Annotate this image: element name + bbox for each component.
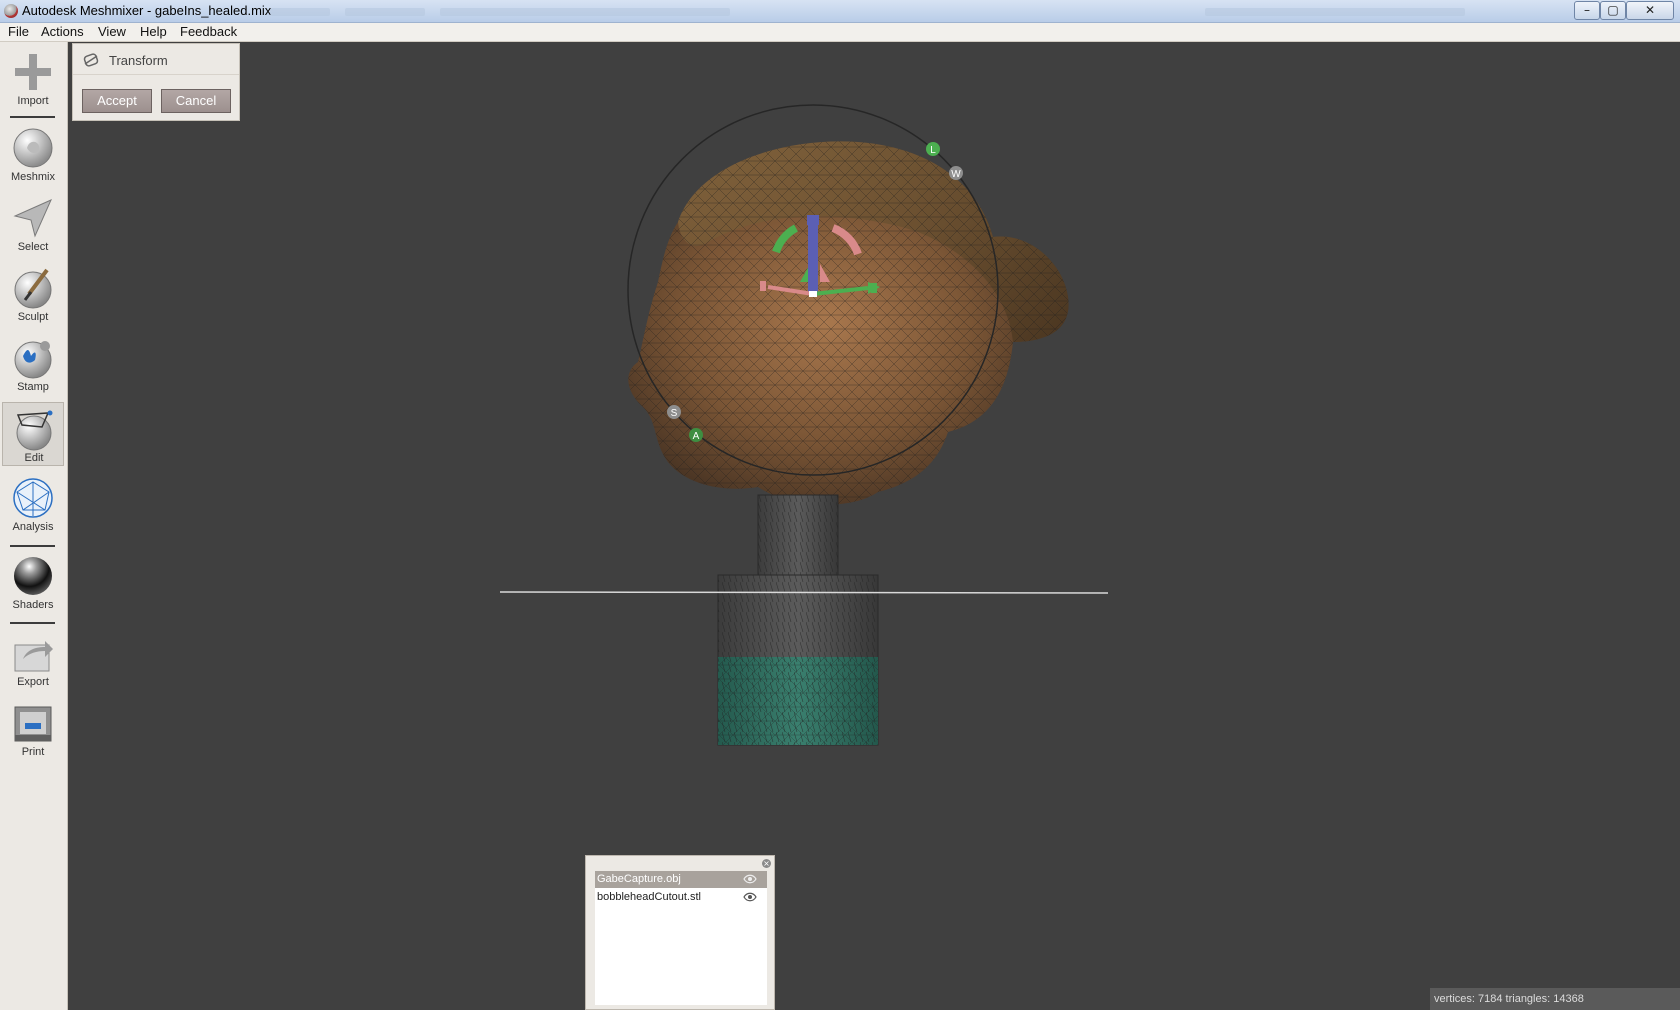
- maximize-button[interactable]: ▢: [1600, 1, 1626, 20]
- shaders-label: Shaders: [12, 599, 54, 611]
- transform-panel-header: Transform: [73, 44, 239, 75]
- select-tool[interactable]: Select: [2, 192, 64, 256]
- print-label: Print: [21, 746, 45, 758]
- edit-tool[interactable]: Edit: [2, 402, 64, 466]
- transform-title: Transform: [109, 53, 168, 68]
- visibility-eye-icon[interactable]: [743, 892, 757, 902]
- menu-view[interactable]: View: [98, 24, 126, 39]
- cancel-button[interactable]: Cancel: [161, 89, 231, 113]
- accept-button[interactable]: Accept: [82, 89, 152, 113]
- mesh-stats-status: vertices: 7184 triangles: 14368: [1430, 988, 1680, 1010]
- import-plus-icon: [15, 54, 51, 90]
- gizmo-handle-l[interactable]: L: [926, 142, 940, 156]
- shaders-sphere-icon: [14, 557, 52, 595]
- sculpt-label: Sculpt: [17, 311, 49, 323]
- analysis-wireframe-icon: [13, 478, 53, 518]
- title-bar: Autodesk Meshmixer - gabeIns_healed.mix …: [0, 0, 1680, 23]
- svg-text:W: W: [951, 169, 961, 180]
- sculpt-tool[interactable]: Sculpt: [2, 262, 64, 326]
- object-row-gabecapture[interactable]: GabeCapture.obj: [595, 871, 767, 888]
- gizmo-handle-a[interactable]: A: [689, 428, 703, 442]
- edit-label: Edit: [24, 452, 44, 464]
- sidebar-divider: [10, 545, 55, 547]
- gizmo-handle-w[interactable]: W: [949, 166, 963, 180]
- stamp-label: Stamp: [17, 381, 49, 393]
- window-title: Autodesk Meshmixer - gabeIns_healed.mix: [22, 3, 272, 18]
- edit-sphere-icon: [16, 410, 53, 451]
- sidebar-divider: [10, 116, 55, 118]
- object-name: bobbleheadCutout.stl: [597, 891, 701, 903]
- menu-actions[interactable]: Actions: [41, 24, 84, 39]
- menu-feedback[interactable]: Feedback: [180, 24, 237, 39]
- svg-text:L: L: [930, 145, 936, 156]
- meshmix-tool[interactable]: Meshmix: [2, 122, 64, 186]
- import-tool[interactable]: Import: [2, 46, 64, 110]
- analysis-tool[interactable]: Analysis: [2, 472, 64, 536]
- meshmixer-window: Autodesk Meshmixer - gabeIns_healed.mix …: [0, 0, 1680, 1010]
- export-tool[interactable]: Export: [2, 627, 64, 691]
- tool-sidebar: Import Meshmix Select Sculpt Stamp Edit …: [0, 42, 68, 1010]
- object-name: GabeCapture.obj: [597, 873, 681, 885]
- ground-plane: [499, 591, 1109, 594]
- sidebar-divider: [10, 622, 55, 624]
- export-label: Export: [17, 676, 49, 688]
- visibility-eye-icon[interactable]: [743, 874, 757, 884]
- background-toolbar-ghost: [270, 8, 330, 16]
- head-mesh[interactable]: [628, 141, 1069, 505]
- 3d-viewport[interactable]: L W S A: [68, 42, 1680, 1010]
- minimize-button[interactable]: –: [1574, 1, 1600, 20]
- object-browser-close-button[interactable]: ×: [762, 859, 771, 868]
- transform-panel: Transform Accept Cancel: [72, 43, 240, 121]
- pedestal-mesh[interactable]: [717, 494, 879, 746]
- select-arrow-icon: [13, 199, 52, 238]
- select-label: Select: [17, 241, 49, 253]
- meshmixer-logo-icon: [4, 4, 18, 18]
- close-button[interactable]: ✕: [1626, 1, 1674, 20]
- menu-help[interactable]: Help: [140, 24, 167, 39]
- object-browser-panel: × GabeCapture.obj bobbleheadCutout.stl: [585, 855, 775, 1010]
- sculpt-brush-icon: [14, 268, 52, 309]
- export-icon: [14, 641, 53, 672]
- background-toolbar-ghost: [1205, 8, 1465, 16]
- meshmix-label: Meshmix: [10, 171, 55, 183]
- transform-icon: [83, 53, 99, 67]
- stamp-icon: [14, 341, 52, 379]
- background-toolbar-ghost: [345, 8, 425, 16]
- analysis-label: Analysis: [12, 521, 54, 533]
- shaders-tool[interactable]: Shaders: [2, 550, 64, 614]
- print-icon: [14, 706, 52, 742]
- menu-file[interactable]: File: [8, 24, 29, 39]
- object-row-bobbleheadcutout[interactable]: bobbleheadCutout.stl: [595, 889, 767, 906]
- gizmo-y-axis[interactable]: [808, 225, 818, 295]
- print-tool[interactable]: Print: [2, 697, 64, 761]
- meshmix-bunny-icon: [13, 128, 53, 168]
- background-toolbar-ghost: [440, 8, 730, 16]
- stamp-tool[interactable]: Stamp: [2, 332, 64, 396]
- svg-text:A: A: [693, 431, 700, 442]
- menu-bar: File Actions View Help Feedback: [0, 23, 1680, 42]
- gizmo-handle-s[interactable]: S: [667, 405, 681, 419]
- import-label: Import: [17, 95, 49, 107]
- svg-text:S: S: [671, 408, 678, 419]
- scene-canvas: L W S A: [499, 104, 1109, 746]
- object-list: GabeCapture.obj bobbleheadCutout.stl: [595, 871, 767, 1005]
